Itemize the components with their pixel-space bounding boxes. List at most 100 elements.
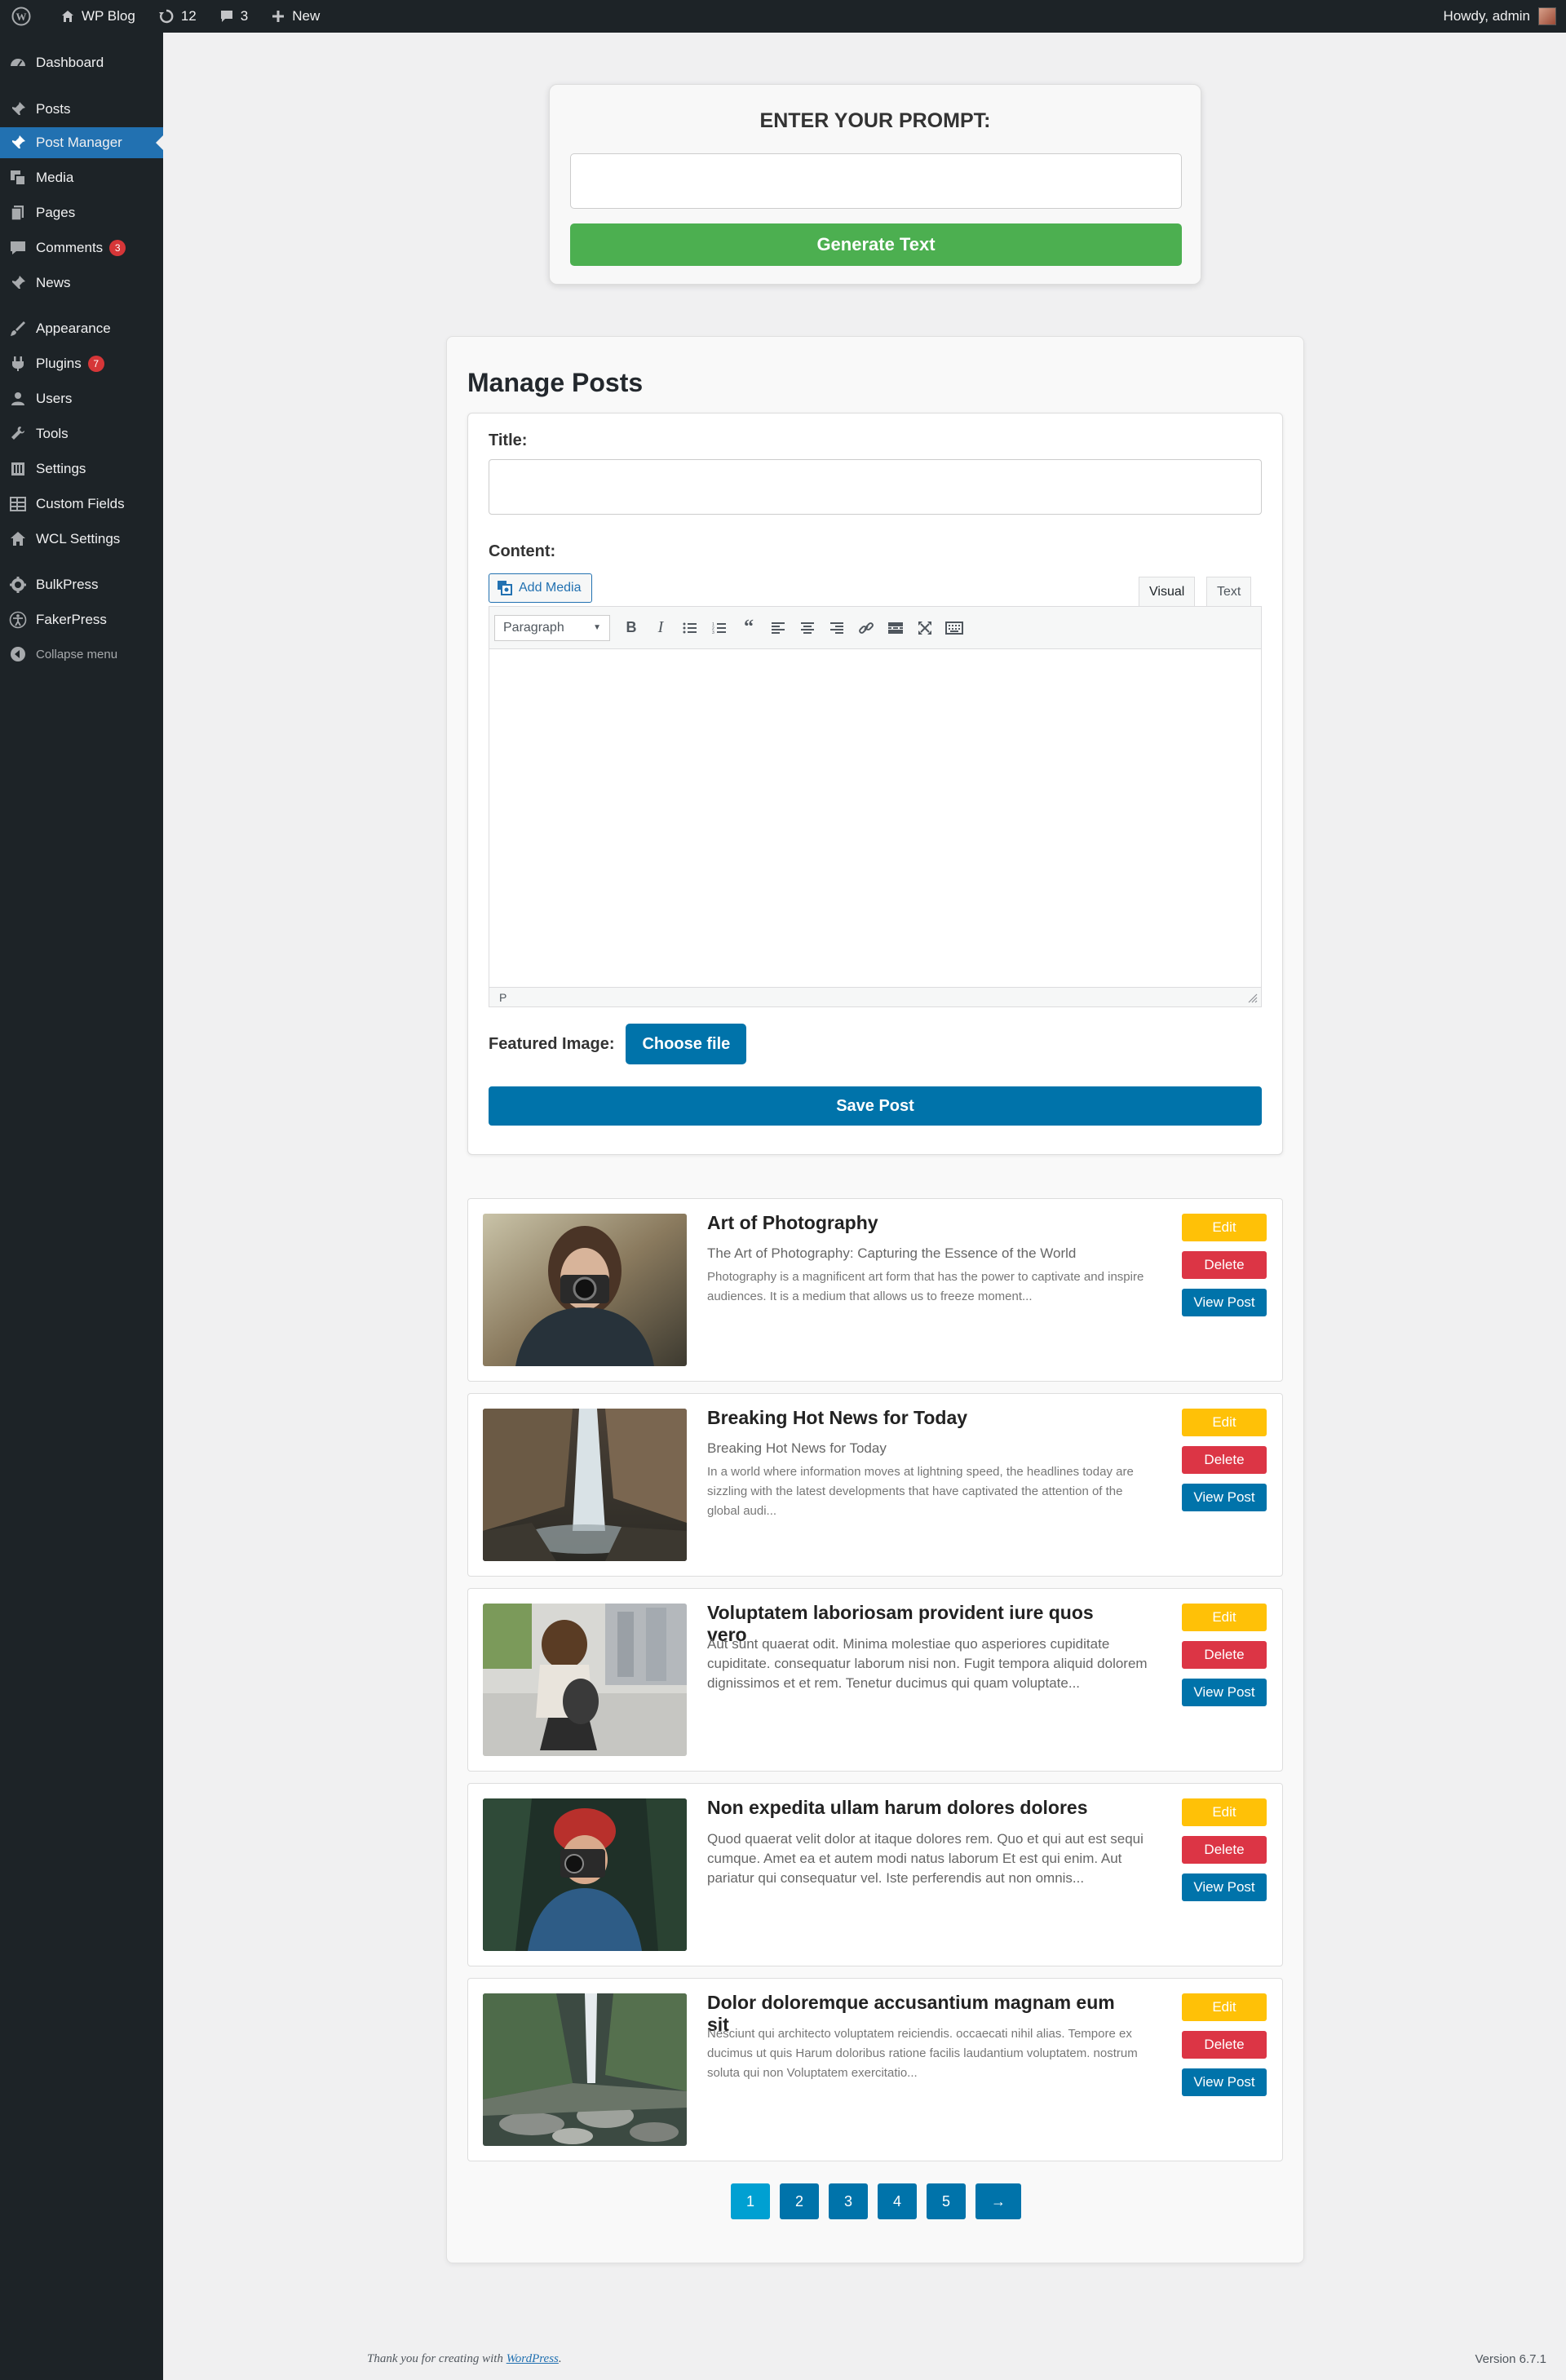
footer-thanks-suffix: . <box>558 2352 562 2365</box>
sidebar-item-appearance[interactable]: Appearance <box>0 313 163 344</box>
page-button-3[interactable]: 3 <box>829 2183 868 2219</box>
pin-icon <box>8 273 28 293</box>
post-title[interactable]: Art of Photography <box>707 1212 1131 1234</box>
sidebar-item-bulkpress[interactable]: BulkPress <box>0 569 163 600</box>
view-post-button[interactable]: View Post <box>1182 2068 1267 2096</box>
view-post-button[interactable]: View Post <box>1182 1289 1267 1316</box>
page-button-2[interactable]: 2 <box>780 2183 819 2219</box>
home-icon <box>8 529 28 549</box>
page-button-1[interactable]: 1 <box>731 2183 770 2219</box>
read-more-button[interactable] <box>881 613 910 643</box>
editor-body[interactable] <box>489 650 1261 987</box>
featured-image-label: Featured Image: <box>489 1034 615 1053</box>
edit-button[interactable]: Edit <box>1182 1604 1267 1631</box>
align-left-button[interactable] <box>763 613 793 643</box>
save-post-button[interactable]: Save Post <box>489 1086 1262 1126</box>
brush-icon <box>8 319 28 338</box>
sidebar-item-pages[interactable]: Pages <box>0 197 163 228</box>
sidebar-item-label: BulkPress <box>36 577 99 592</box>
post-title[interactable]: Non expedita ullam harum dolores dolores <box>707 1797 1131 1819</box>
fullscreen-button[interactable] <box>910 613 940 643</box>
resize-handle-icon[interactable] <box>1248 993 1258 1003</box>
comments-count: 3 <box>240 8 249 24</box>
sidebar-item-comments[interactable]: Comments 3 <box>0 232 163 263</box>
view-post-button[interactable]: View Post <box>1182 1679 1267 1706</box>
new-content-link[interactable]: New <box>259 0 331 33</box>
updates-link[interactable]: 12 <box>147 0 208 33</box>
sidebar-item-label: Collapse menu <box>36 647 118 661</box>
italic-button[interactable]: I <box>646 613 675 643</box>
edit-button[interactable]: Edit <box>1182 1798 1267 1826</box>
bullet-list-button[interactable] <box>675 613 705 643</box>
generate-text-button[interactable]: Generate Text <box>570 223 1182 266</box>
sidebar-item-label: Posts <box>36 101 71 117</box>
sidebar-item-fakerpress[interactable]: FakerPress <box>0 604 163 635</box>
align-right-button[interactable] <box>822 613 852 643</box>
featured-image-row: Featured Image: Choose file <box>489 1024 747 1064</box>
add-media-label: Add Media <box>519 581 582 595</box>
tab-text[interactable]: Text <box>1206 577 1252 606</box>
read-more-icon <box>888 622 903 634</box>
my-account[interactable]: Howdy, admin <box>1444 7 1566 25</box>
admin-bar: W WP Blog 12 3 New Howdy, admin <box>0 0 1566 33</box>
blockquote-button[interactable]: “ <box>734 613 763 643</box>
title-input[interactable] <box>489 459 1262 515</box>
add-media-button[interactable]: Add Media <box>489 573 592 603</box>
accessibility-icon <box>8 610 28 630</box>
delete-button[interactable]: Delete <box>1182 1446 1267 1474</box>
post-card: Art of Photography The Art of Photograph… <box>467 1198 1283 1382</box>
numbered-list-button[interactable]: 123 <box>705 613 734 643</box>
next-page-button[interactable]: → <box>975 2183 1021 2219</box>
sidebar-item-wcl-settings[interactable]: WCL Settings <box>0 524 163 555</box>
page-button-5[interactable]: 5 <box>927 2183 966 2219</box>
delete-button[interactable]: Delete <box>1182 1641 1267 1669</box>
toolbar-toggle-button[interactable] <box>940 613 969 643</box>
plugins-icon <box>8 354 28 374</box>
sidebar-item-label: Users <box>36 391 73 406</box>
sidebar-item-posts[interactable]: Posts <box>0 94 163 125</box>
sidebar-item-tools[interactable]: Tools <box>0 418 163 449</box>
wordpress-link[interactable]: WordPress <box>507 2352 559 2365</box>
post-title[interactable]: Breaking Hot News for Today <box>707 1407 1131 1429</box>
site-name-link[interactable]: WP Blog <box>49 0 147 33</box>
pages-icon <box>8 203 28 223</box>
sidebar-item-post-manager[interactable]: Post Manager <box>0 127 163 158</box>
edit-button[interactable]: Edit <box>1182 1993 1267 2021</box>
prompt-input[interactable] <box>570 153 1182 209</box>
comments-link[interactable]: 3 <box>208 0 259 33</box>
italic-icon: I <box>657 618 664 636</box>
page-button-4[interactable]: 4 <box>878 2183 917 2219</box>
sidebar-item-users[interactable]: Users <box>0 383 163 414</box>
align-center-button[interactable] <box>793 613 822 643</box>
choose-file-button[interactable]: Choose file <box>626 1024 747 1064</box>
post-thumbnail <box>483 1798 687 1951</box>
post-card: Voluptatem laboriosam provident iure quo… <box>467 1588 1283 1772</box>
updates-icon <box>158 9 174 24</box>
sidebar-item-plugins[interactable]: Plugins 7 <box>0 348 163 379</box>
view-post-button[interactable]: View Post <box>1182 1484 1267 1511</box>
edit-button[interactable]: Edit <box>1182 1409 1267 1436</box>
collapse-icon <box>8 644 28 664</box>
sidebar-item-dashboard[interactable]: Dashboard <box>0 47 163 78</box>
sidebar-collapse-menu[interactable]: Collapse menu <box>0 639 163 670</box>
footer-thanks-prefix: Thank you for creating with <box>367 2352 507 2365</box>
sidebar-item-news[interactable]: News <box>0 268 163 299</box>
delete-button[interactable]: Delete <box>1182 1251 1267 1279</box>
sidebar-item-custom-fields[interactable]: Custom Fields <box>0 489 163 520</box>
svg-text:W: W <box>16 11 27 23</box>
sidebar-item-settings[interactable]: Settings <box>0 453 163 484</box>
tab-visual[interactable]: Visual <box>1139 577 1196 606</box>
admin-sidebar: Dashboard Posts Post Manager Media Pages… <box>0 33 163 2380</box>
bold-button[interactable]: B <box>617 613 646 643</box>
site-name: WP Blog <box>82 8 135 24</box>
delete-button[interactable]: Delete <box>1182 1836 1267 1864</box>
post-thumbnail <box>483 1604 687 1756</box>
delete-button[interactable]: Delete <box>1182 2031 1267 2059</box>
view-post-button[interactable]: View Post <box>1182 1873 1267 1901</box>
format-select[interactable]: Paragraph ▼ <box>494 614 610 641</box>
edit-button[interactable]: Edit <box>1182 1214 1267 1241</box>
insert-link-button[interactable] <box>852 613 881 643</box>
content-label: Content: <box>489 542 556 560</box>
wordpress-logo-button[interactable]: W <box>0 0 49 33</box>
sidebar-item-media[interactable]: Media <box>0 162 163 193</box>
